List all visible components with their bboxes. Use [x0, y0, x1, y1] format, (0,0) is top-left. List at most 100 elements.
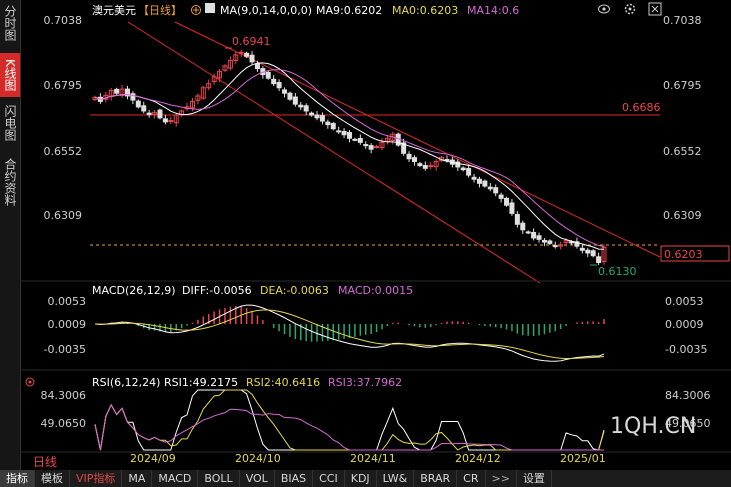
close-icon[interactable] [648, 2, 662, 16]
tab-vol[interactable]: VOL [240, 470, 275, 487]
tab-boll[interactable]: BOLL [198, 470, 240, 487]
candle-body [509, 202, 515, 214]
candle-body [276, 82, 282, 89]
rsi1-value: RSI1:49.2175 [164, 376, 238, 389]
date-tick-5: 2025/01 [560, 452, 606, 465]
tab-settings[interactable]: 设置 [517, 470, 552, 487]
price-axis-left-3: 0.6552 [44, 145, 83, 158]
rsi3-line [94, 403, 604, 451]
candle-body [135, 100, 141, 108]
trend-channel-upper[interactable] [174, 21, 661, 258]
tab-lw[interactable]: LW& [377, 470, 415, 487]
tab-kdj[interactable]: KDJ [345, 470, 377, 487]
macd-dea: DEA:-0.0063 [260, 284, 329, 297]
rsi-axis-2: 49.0650 [41, 417, 87, 430]
candle-body [341, 130, 347, 136]
tab-ma[interactable]: MA [122, 470, 153, 487]
candle-body [547, 240, 553, 244]
candle-body [487, 186, 493, 190]
candle-body [162, 118, 168, 123]
candle-body [406, 153, 412, 160]
candle-body [330, 123, 336, 130]
tab-indicators[interactable]: 指标 [0, 470, 35, 487]
candle-body [141, 105, 147, 112]
macd-axis-right-1: 0.0053 [665, 295, 704, 308]
candle-body [347, 132, 352, 139]
price-axis-right-4: 0.6309 [663, 209, 702, 222]
candle-body [244, 52, 250, 57]
tab-cci[interactable]: CCI [313, 470, 345, 487]
period-button[interactable]: 日线 [33, 455, 57, 469]
price-axis-left-2: 0.6795 [44, 79, 83, 92]
candle-body [146, 112, 152, 116]
tab-vip-indicators[interactable]: VIP指标 [70, 470, 123, 487]
ma-legend-swatch [205, 3, 215, 13]
macd-axis-3: -0.0035 [44, 343, 86, 356]
candle-body [536, 235, 542, 240]
macd-axis-2: 0.0009 [48, 318, 87, 331]
rsi1-line [94, 389, 605, 451]
candle-body [428, 165, 434, 168]
candle-body [314, 114, 320, 119]
candle-body [422, 165, 428, 169]
eye-icon[interactable] [598, 4, 610, 14]
rsi2-line [94, 389, 605, 451]
candle-body [336, 130, 342, 133]
candle-body [114, 88, 120, 94]
candle-body [476, 178, 482, 184]
ma-params: MA(9,0,14,0,0,0) [220, 4, 312, 17]
price-axis-right-1: 0.7038 [663, 14, 702, 27]
rsi-params: RSI(6,12,24) [92, 376, 160, 389]
candle-body [466, 168, 472, 176]
candle-body [298, 104, 304, 108]
tab-bias[interactable]: BIAS [275, 470, 314, 487]
candle-body [417, 163, 423, 167]
tab-brar[interactable]: BRAR [414, 470, 458, 487]
more-tabs-button[interactable]: >> [486, 470, 517, 487]
candle-body [319, 115, 325, 122]
current-price-label: 0.6203 [664, 248, 703, 261]
candle-body [292, 96, 298, 105]
candle-body [411, 157, 417, 162]
tab-template[interactable]: 模板 [35, 470, 70, 487]
candle-body [352, 138, 358, 141]
candle-body [254, 63, 260, 70]
candle-body [157, 109, 163, 119]
settings-icon[interactable] [624, 3, 636, 15]
candle-body [168, 120, 174, 123]
candle-body [498, 194, 504, 199]
candle-body [265, 71, 271, 79]
candle-body [531, 231, 537, 239]
candle-body [596, 256, 602, 264]
plus-circle-icon[interactable] [191, 5, 201, 15]
tab-macd[interactable]: MACD [152, 470, 199, 487]
candle-body [249, 54, 255, 63]
date-tick-1: 2024/09 [130, 452, 176, 465]
candle-body [579, 247, 585, 251]
price-axis-right-2: 0.6795 [663, 79, 702, 92]
kline-chart[interactable]: 澳元美元 【日线】 MA(9,0,14,0,0,0) MA9:0.6202 MA… [0, 0, 731, 470]
low-price-label: 0.6130 [598, 265, 637, 278]
candle-body [590, 250, 596, 257]
symbol-title: 澳元美元 [92, 4, 136, 17]
macd-diff: DIFF:-0.0056 [182, 284, 252, 297]
candle-body [271, 78, 277, 85]
high-price-label: 0.6941 [232, 35, 271, 48]
period-label: 【日线】 [138, 3, 182, 17]
trend-channel-lower[interactable] [127, 21, 541, 284]
tab-cr[interactable]: CR [457, 470, 486, 487]
candle-body [303, 105, 309, 112]
candle-body [482, 180, 488, 187]
candle-body [493, 187, 499, 194]
resistance-label: 0.6686 [622, 101, 661, 114]
ma14-line [94, 69, 605, 248]
macd-axis-right-2: 0.0009 [665, 318, 704, 331]
price-axis-left-1: 0.7038 [44, 14, 83, 27]
price-axis-right-3: 0.6552 [663, 145, 702, 158]
macd-axis-1: 0.0053 [48, 295, 87, 308]
rsi-menu-icon[interactable] [25, 377, 35, 387]
candle-body [309, 112, 315, 116]
macd-axis-right-3: -0.0035 [665, 343, 707, 356]
ma14-value: MA14:0.6 [467, 4, 519, 17]
macd-params: MACD(26,12,9) [92, 284, 176, 297]
